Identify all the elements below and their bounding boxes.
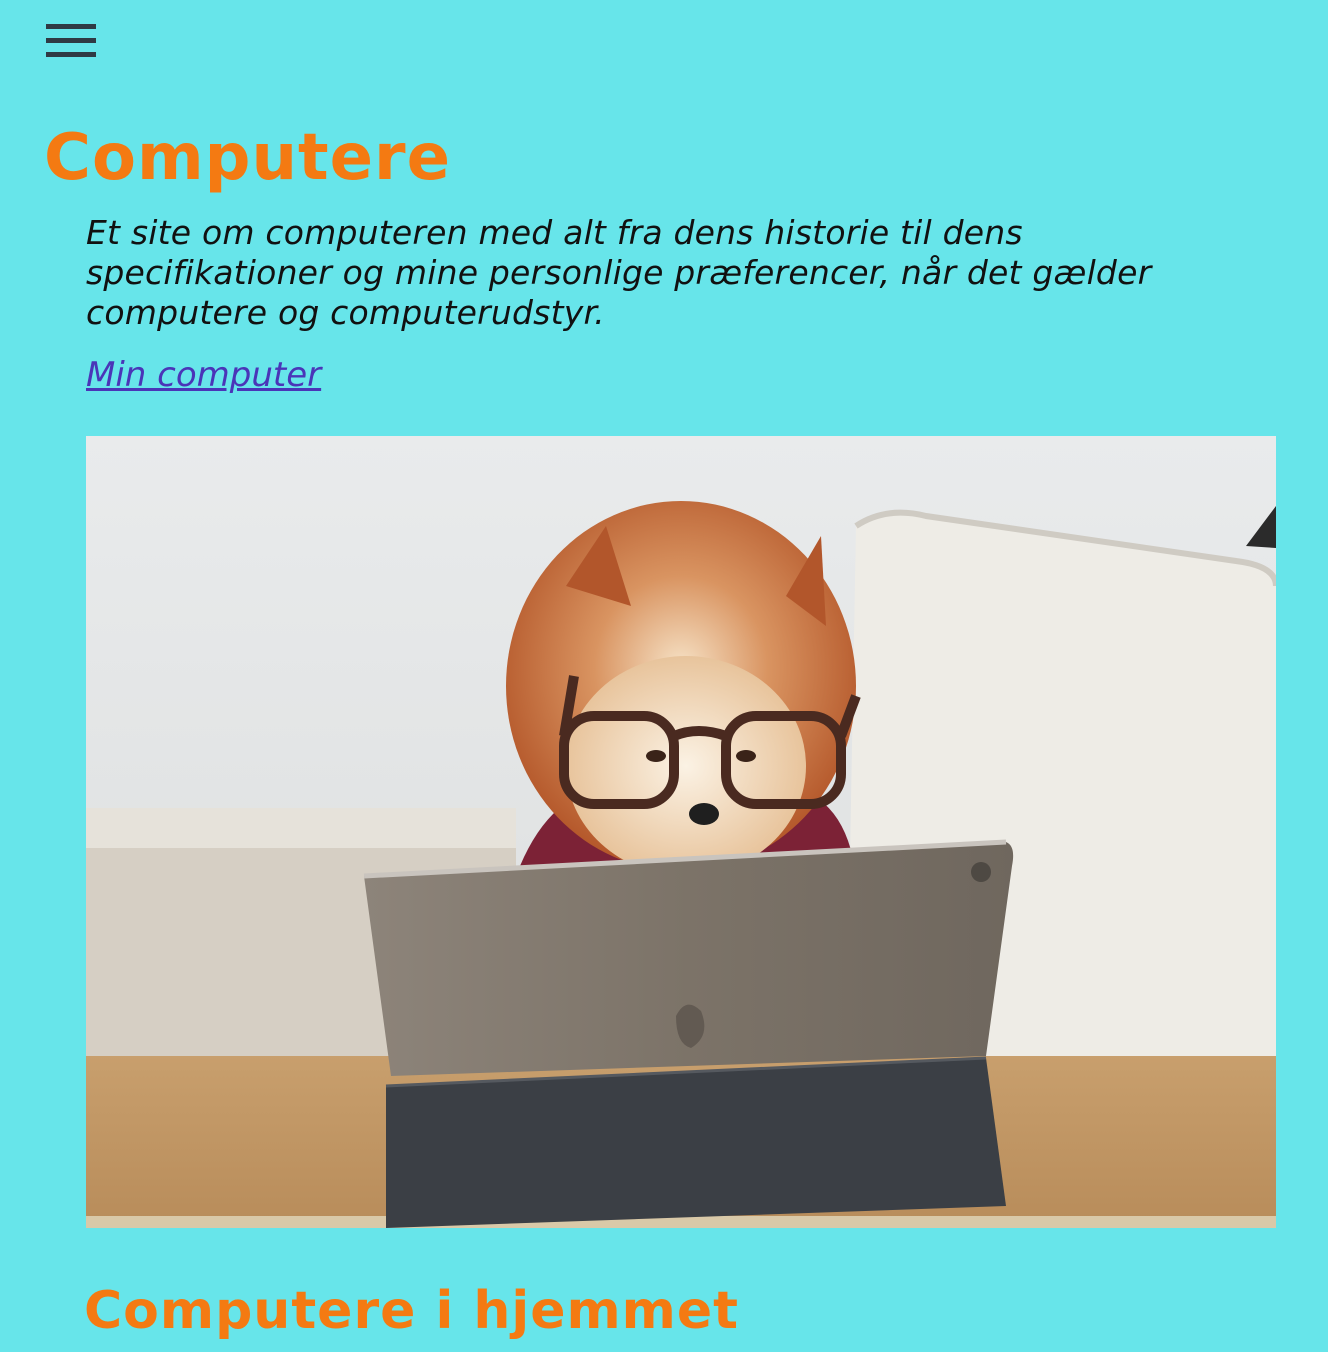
page-title: Computere bbox=[44, 121, 451, 195]
hero-image bbox=[86, 436, 1276, 1228]
menu-bar bbox=[46, 38, 96, 43]
min-computer-link[interactable]: Min computer bbox=[86, 353, 321, 397]
menu-bar bbox=[46, 52, 96, 57]
section-heading: Computere i hjemmet bbox=[84, 1281, 739, 1341]
hamburger-menu-icon[interactable] bbox=[44, 22, 98, 60]
intro-text: Et site om computeren med alt fra dens h… bbox=[86, 213, 1152, 332]
menu-bar bbox=[46, 24, 96, 29]
